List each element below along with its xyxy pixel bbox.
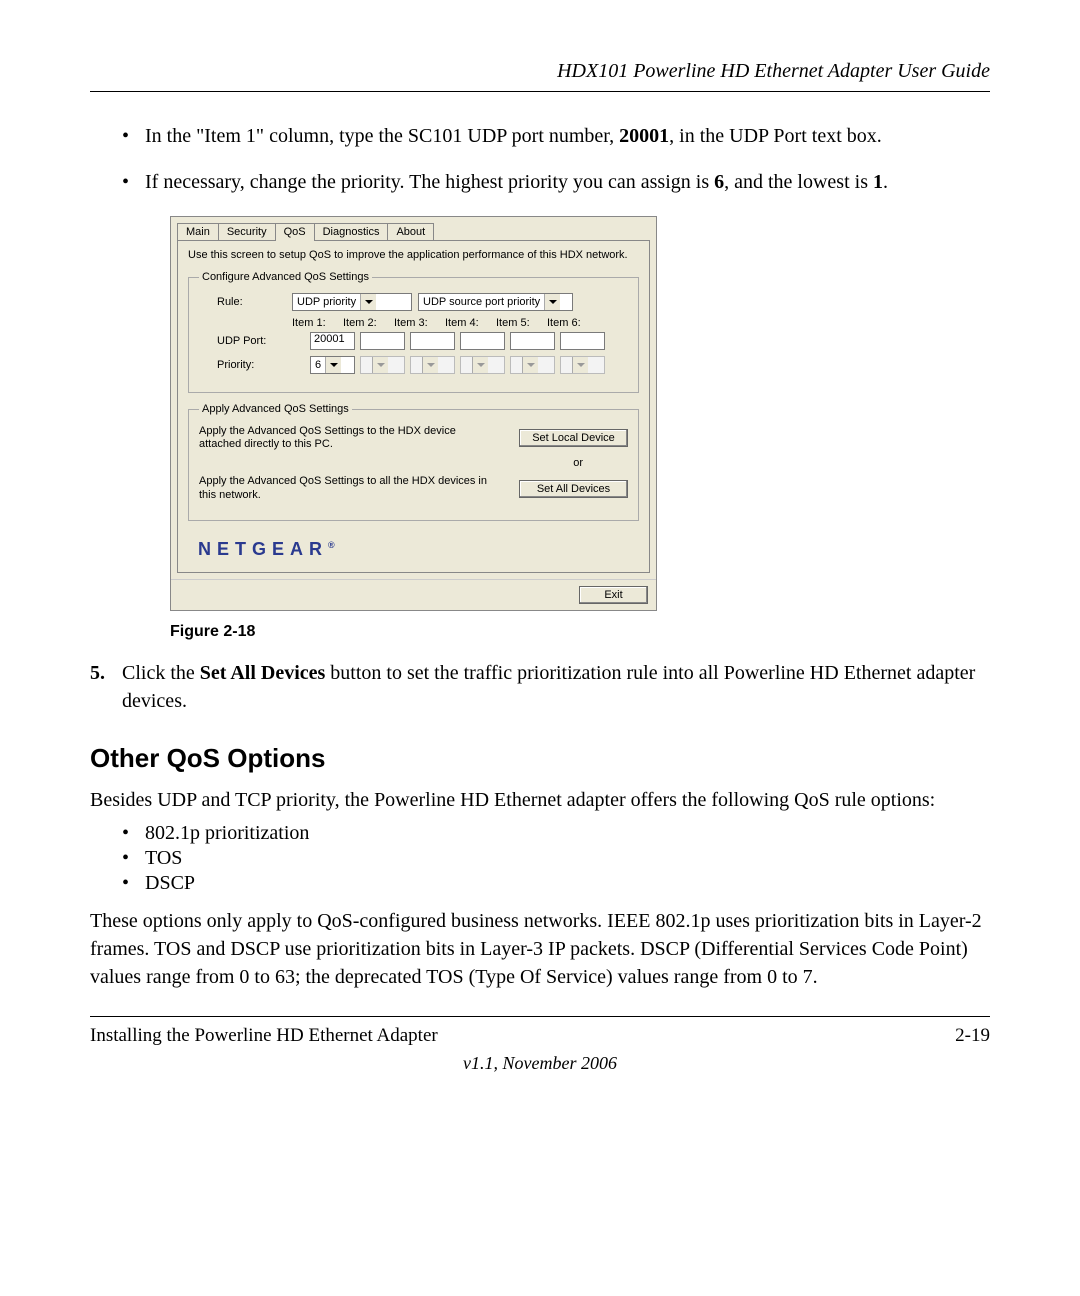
instruction-bullet-1: In the "Item 1" column, type the SC101 U… bbox=[90, 122, 990, 150]
priority-combo-4 bbox=[460, 356, 505, 374]
text: In the "Item 1" column, type the SC101 U… bbox=[145, 125, 619, 147]
text: . bbox=[883, 171, 888, 193]
rule-type-combo[interactable]: UDP priority bbox=[292, 293, 412, 311]
or-text: or bbox=[199, 457, 628, 469]
tab-main[interactable]: Main bbox=[177, 223, 219, 240]
tab-security[interactable]: Security bbox=[218, 223, 276, 240]
apply-qos-legend: Apply Advanced QoS Settings bbox=[199, 403, 352, 415]
qos-option-8021p: 802.1p prioritization bbox=[90, 822, 990, 845]
header-guide-title: HDX101 Powerline HD Ethernet Adapter Use… bbox=[90, 60, 990, 83]
instruction-bullet-2: If necessary, change the priority. The h… bbox=[90, 168, 990, 196]
priority-combo-3 bbox=[410, 356, 455, 374]
col-header: Item 4: bbox=[445, 317, 485, 329]
text: If necessary, change the priority. The h… bbox=[145, 171, 714, 193]
col-header: Item 3: bbox=[394, 317, 434, 329]
footer-version: v1.1, November 2006 bbox=[90, 1053, 990, 1074]
footer-rule bbox=[90, 1016, 990, 1017]
header-rule bbox=[90, 91, 990, 92]
udp-port-input-5[interactable] bbox=[510, 332, 555, 350]
rule-port-combo[interactable]: UDP source port priority bbox=[418, 293, 573, 311]
text-bold: 1 bbox=[873, 171, 883, 193]
udp-port-label: UDP Port: bbox=[199, 335, 305, 347]
udp-port-input-6[interactable] bbox=[560, 332, 605, 350]
apply-local-text: Apply the Advanced QoS Settings to the H… bbox=[199, 425, 489, 451]
priority-combo-1[interactable]: 6 bbox=[310, 356, 355, 374]
priority-combo-2 bbox=[360, 356, 405, 374]
rule-label: Rule: bbox=[199, 296, 292, 308]
text: Click the bbox=[122, 662, 200, 684]
tab-qos[interactable]: QoS bbox=[275, 223, 315, 241]
qos-details-paragraph: These options only apply to QoS-configur… bbox=[90, 907, 990, 991]
qos-intro-paragraph: Besides UDP and TCP priority, the Powerl… bbox=[90, 786, 990, 814]
col-header: Item 5: bbox=[496, 317, 536, 329]
set-local-device-button[interactable]: Set Local Device bbox=[519, 429, 628, 447]
combo-value: UDP priority bbox=[297, 296, 356, 308]
udp-port-input-2[interactable] bbox=[360, 332, 405, 350]
other-qos-options-heading: Other QoS Options bbox=[90, 743, 990, 774]
set-all-devices-button[interactable]: Set All Devices bbox=[519, 480, 628, 498]
udp-port-input-1[interactable]: 20001 bbox=[310, 332, 355, 350]
step-number: 5. bbox=[90, 659, 105, 687]
chevron-down-icon bbox=[360, 294, 376, 310]
qos-option-dscp: DSCP bbox=[90, 872, 990, 895]
chevron-down-icon bbox=[372, 357, 388, 373]
qos-dialog: Main Security QoS Diagnostics About Use … bbox=[170, 216, 657, 611]
apply-qos-fieldset: Apply Advanced QoS Settings Apply the Ad… bbox=[188, 403, 639, 521]
footer-chapter-title: Installing the Powerline HD Ethernet Ada… bbox=[90, 1025, 438, 1047]
configure-qos-fieldset: Configure Advanced QoS Settings Rule: UD… bbox=[188, 271, 639, 393]
col-header: Item 2: bbox=[343, 317, 383, 329]
col-header: Item 6: bbox=[547, 317, 587, 329]
chevron-down-icon bbox=[325, 357, 341, 373]
qos-option-tos: TOS bbox=[90, 847, 990, 870]
text-bold: Set All Devices bbox=[200, 662, 326, 684]
combo-value: 6 bbox=[315, 359, 321, 371]
footer-page-number: 2-19 bbox=[955, 1025, 990, 1047]
udp-port-input-4[interactable] bbox=[460, 332, 505, 350]
figure-caption: Figure 2-18 bbox=[170, 623, 990, 641]
combo-value: UDP source port priority bbox=[423, 296, 540, 308]
tab-diagnostics[interactable]: Diagnostics bbox=[314, 223, 389, 240]
step-5: 5. Click the Set All Devices button to s… bbox=[90, 659, 990, 715]
configure-qos-legend: Configure Advanced QoS Settings bbox=[199, 271, 372, 283]
chevron-down-icon bbox=[422, 357, 438, 373]
tab-about[interactable]: About bbox=[387, 223, 434, 240]
text-bold: 6 bbox=[714, 171, 724, 193]
tab-strip: Main Security QoS Diagnostics About bbox=[171, 217, 656, 240]
text: , in the UDP Port text box. bbox=[669, 125, 882, 147]
chevron-down-icon bbox=[572, 357, 588, 373]
chevron-down-icon bbox=[472, 357, 488, 373]
netgear-logo: NETGEAR® bbox=[188, 531, 639, 560]
priority-combo-5 bbox=[510, 356, 555, 374]
exit-button[interactable]: Exit bbox=[579, 586, 648, 604]
udp-port-input-3[interactable] bbox=[410, 332, 455, 350]
chevron-down-icon bbox=[544, 294, 560, 310]
text-bold: 20001 bbox=[619, 125, 669, 147]
text: , and the lowest is bbox=[724, 171, 873, 193]
priority-combo-6 bbox=[560, 356, 605, 374]
col-header: Item 1: bbox=[292, 317, 332, 329]
apply-all-text: Apply the Advanced QoS Settings to all t… bbox=[199, 475, 489, 501]
item-column-headers: Item 1: Item 2: Item 3: Item 4: Item 5: … bbox=[292, 317, 628, 329]
chevron-down-icon bbox=[522, 357, 538, 373]
priority-label: Priority: bbox=[199, 359, 305, 371]
qos-hint-text: Use this screen to setup QoS to improve … bbox=[188, 249, 639, 261]
